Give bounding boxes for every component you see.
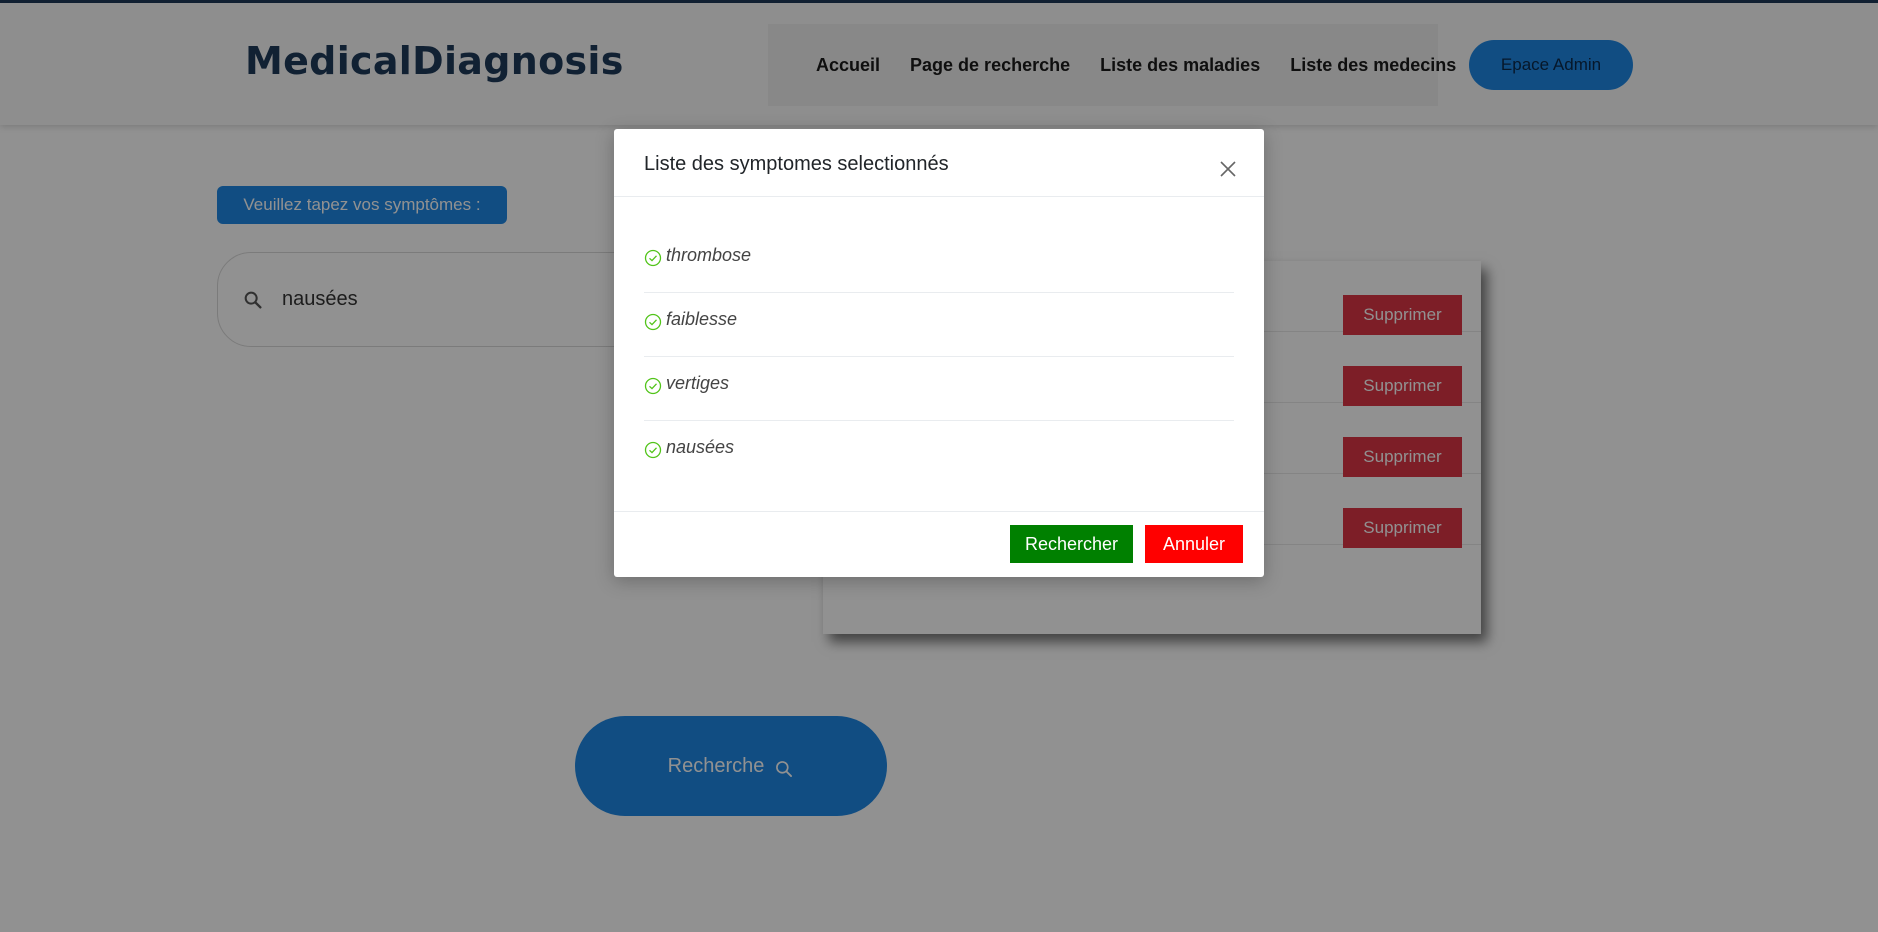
- check-circle-icon: [644, 441, 662, 459]
- close-icon[interactable]: [1218, 159, 1238, 179]
- symptom-list: thrombose faiblesse vertiges nausées: [644, 229, 1234, 485]
- list-item: thrombose: [644, 229, 1234, 293]
- list-item: vertiges: [644, 357, 1234, 421]
- symptom-name: faiblesse: [666, 309, 738, 329]
- check-circle-icon: [644, 377, 662, 395]
- modal-header: Liste des symptomes selectionnés: [614, 129, 1264, 197]
- list-item: faiblesse: [644, 293, 1234, 357]
- list-item: nausées: [644, 421, 1234, 485]
- symptom-name: vertiges: [666, 373, 730, 393]
- check-circle-icon: [644, 313, 662, 331]
- symptom-name: thrombose: [666, 245, 752, 265]
- selected-symptoms-modal: Liste des symptomes selectionnés thrombo…: [614, 129, 1264, 577]
- annuler-button[interactable]: Annuler: [1145, 525, 1243, 563]
- check-circle-icon: [644, 249, 662, 267]
- rechercher-button[interactable]: Rechercher: [1010, 525, 1133, 563]
- modal-title: Liste des symptomes selectionnés: [644, 153, 949, 175]
- symptom-name: nausées: [666, 437, 735, 457]
